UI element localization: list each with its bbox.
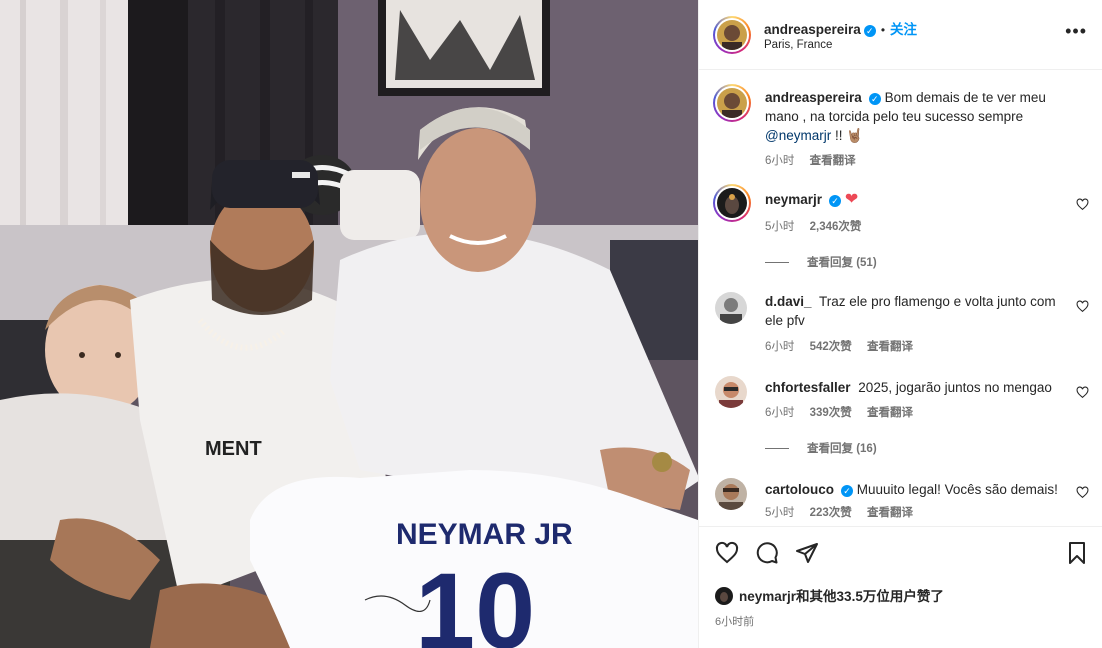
verified-icon: ✓ (841, 485, 854, 497)
comment-avatar[interactable] (713, 184, 751, 222)
photo-illustration: MENT NEYMAR JR 10 (0, 0, 698, 648)
comment-time[interactable]: 5小时 (765, 221, 794, 233)
instagram-post-modal: MENT NEYMAR JR 10 andreaspereira ✓ • 关注 … (0, 0, 1102, 648)
caption-translate-link[interactable]: 查看翻译 (810, 155, 856, 167)
liker-avatar (715, 587, 733, 605)
post-details-panel: andreaspereira ✓ • 关注 Paris, France ••• and… (698, 0, 1102, 648)
post-photo[interactable]: MENT NEYMAR JR 10 (0, 0, 698, 648)
comment-meta: 5小时 223次赞 查看翻译 (765, 504, 925, 520)
likes-summary[interactable]: neymarjr和其他33.5万位用户赞了 (715, 585, 944, 605)
comment-icon[interactable] (755, 541, 779, 565)
comment-body: 2025, jogarão juntos no mengao (858, 380, 1052, 395)
comment-text: chfortesfaller 2025, jogarão juntos no m… (765, 378, 1070, 397)
comment-meta: 6小时 339次赞 查看翻译 (765, 404, 925, 420)
comment-like-heart-icon[interactable] (1076, 486, 1089, 499)
share-icon[interactable] (795, 541, 819, 565)
comment-avatar[interactable] (715, 478, 747, 510)
caption-time[interactable]: 6小时 (765, 155, 794, 167)
comment-username[interactable]: d.davi_ (765, 294, 812, 309)
red-heart-emoji: ❤ (844, 191, 859, 208)
caption-mention-link[interactable]: @neymarjr (765, 128, 831, 143)
comment-avatar[interactable] (715, 292, 747, 324)
caption-author-avatar[interactable] (713, 84, 751, 122)
post-actions-bar: neymarjr和其他33.5万位用户赞了 6小时前 (699, 526, 1102, 648)
jersey-name-text: NEYMAR JR (396, 518, 573, 551)
likes-rest-text[interactable]: 和其他33.5万位用户赞了 (796, 589, 944, 604)
comment-likes[interactable]: 223次赞 (810, 507, 852, 519)
comment-time[interactable]: 6小时 (765, 341, 794, 353)
comment-username[interactable]: chfortesfaller (765, 380, 851, 395)
comment-text: neymarjr ✓ ❤ (765, 190, 1070, 209)
bookmark-icon[interactable] (1065, 541, 1089, 565)
comment-avatar[interactable] (715, 376, 747, 408)
comment-likes[interactable]: 542次赞 (810, 341, 852, 353)
comment-username[interactable]: neymarjr (765, 192, 822, 207)
comment-time[interactable]: 5小时 (765, 507, 794, 519)
view-replies-button[interactable]: 查看回复 (16) (765, 440, 877, 456)
jersey-number-text: 10 (415, 550, 535, 648)
post-header: andreaspereira ✓ • 关注 Paris, France ••• (699, 0, 1102, 70)
comment-meta: 6小时 542次赞 查看翻译 (765, 338, 925, 354)
separator-dot: • (880, 23, 886, 37)
comment-text: cartolouco ✓ Muuuito legal! Vocês são dem… (765, 480, 1070, 499)
comment-translate-link[interactable]: 查看翻译 (867, 507, 913, 519)
more-dots-icon[interactable]: ••• (1065, 22, 1087, 40)
caption-text: andreaspereira ✓ Bom demais de te ver meu… (765, 88, 1070, 145)
author-avatar[interactable] (713, 16, 751, 54)
comment-like-heart-icon[interactable] (1076, 300, 1089, 313)
heart-icon[interactable] (715, 541, 739, 565)
comment-meta: 5小时 2,346次赞 (765, 218, 873, 234)
follow-button[interactable]: 关注 (890, 22, 917, 37)
caption-suffix: !! 🤘🏽 (831, 128, 864, 143)
verified-icon: ✓ (863, 25, 876, 37)
comment-likes[interactable]: 339次赞 (810, 407, 852, 419)
verified-icon: ✓ (829, 195, 842, 207)
caption-meta: 6小时 查看翻译 (765, 152, 868, 168)
author-username[interactable]: andreaspereira (764, 22, 861, 37)
shirt-print-text: MENT (205, 438, 262, 460)
comment-username[interactable]: cartolouco (765, 482, 834, 497)
post-location[interactable]: Paris, France (764, 39, 832, 51)
caption-username[interactable]: andreaspereira (765, 90, 862, 105)
comment-time[interactable]: 6小时 (765, 407, 794, 419)
comment-like-heart-icon[interactable] (1076, 386, 1089, 399)
comment-text: d.davi_ Traz ele pro flamengo e volta ju… (765, 292, 1070, 330)
view-replies-button[interactable]: 查看回复 (51) (765, 254, 877, 270)
post-timestamp[interactable]: 6小时前 (715, 613, 754, 629)
comment-translate-link[interactable]: 查看翻译 (867, 407, 913, 419)
comment-likes[interactable]: 2,346次赞 (810, 221, 862, 233)
comment-translate-link[interactable]: 查看翻译 (867, 341, 913, 353)
comment-body: Muuuito legal! Vocês são demais! (856, 482, 1058, 497)
comment-like-heart-icon[interactable] (1076, 198, 1089, 211)
verified-icon: ✓ (868, 93, 881, 105)
comments-list[interactable]: andreaspereira ✓ Bom demais de te ver meu… (699, 70, 1102, 526)
liker-username[interactable]: neymarjr (739, 589, 796, 604)
